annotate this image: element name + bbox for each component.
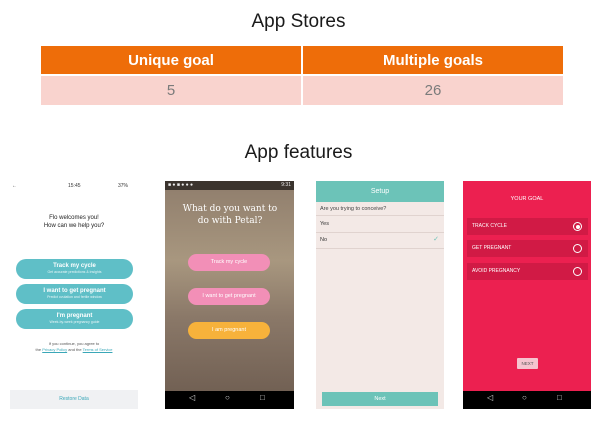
recents-nav-icon[interactable]: □ [557,393,562,402]
app-features-heading: App features [244,142,353,163]
app-stores-heading: App Stores [251,11,346,32]
goal-screenshot: YOUR GOAL TRACK CYCLE GET PREGNANT AVOID… [463,181,591,409]
value-unique-goal: 5 [41,74,303,105]
pregnant-button[interactable]: I am pregnant [188,322,270,339]
goal-title: YOUR GOAL [510,196,544,202]
track-cycle-button[interactable]: Track my cycle Get accurate predictions … [16,259,133,279]
radio-icon [573,267,582,276]
welcome-line-2: How can we help you? [43,223,105,229]
home-nav-icon[interactable]: ○ [522,393,527,402]
back-arrow-icon[interactable]: ← [12,183,17,189]
value-multiple-goals: 26 [302,74,563,105]
radio-icon [573,244,582,253]
conceive-question: Are you trying to conceive? [320,206,387,212]
setup-title: Setup [316,181,444,202]
privacy-policy-link[interactable]: Privacy Policy [42,347,67,352]
petal-screenshot: ■ ● ■ ● ● ● 9:31 What do you want to do … [165,181,294,409]
recents-nav-icon[interactable]: □ [260,393,265,402]
header-multiple-goals: Multiple goals [302,46,563,75]
welcome-line-1: Flo welcomes you! [49,215,99,221]
restore-data-button[interactable]: Restore Data [10,390,138,409]
terms-link[interactable]: Terms of Service [83,347,113,352]
flo-screenshot: ← 15:45 37% Flo welcomes you! How can we… [10,181,138,409]
status-icons: ■ ● ■ ● ● ● [168,182,194,188]
next-button[interactable]: Next [322,392,438,406]
status-time: 9:31 [281,182,291,188]
radio-selected-icon [573,222,582,231]
option-no[interactable]: No [320,237,327,243]
back-nav-icon[interactable]: ◁ [189,393,195,402]
home-nav-icon[interactable]: ○ [225,393,230,402]
petal-question: What do you want to do with Petal? [182,204,278,226]
next-button[interactable]: NEXT [517,358,538,369]
track-cycle-button[interactable]: Track my cycle [188,254,270,271]
header-unique-goal: Unique goal [41,46,303,75]
goal-option-track-cycle[interactable]: TRACK CYCLE [467,218,588,235]
goal-option-avoid-pregnancy[interactable]: AVOID PREGNANCY [467,263,588,280]
im-pregnant-button[interactable]: I'm pregnant Week-by-week pregnancy guid… [16,309,133,329]
setup-screenshot: Setup Are you trying to conceive? Yes No… [316,181,444,409]
back-nav-icon[interactable]: ◁ [487,393,493,402]
battery-level: 37% [118,183,129,189]
get-pregnant-button[interactable]: I want to get pregnant [188,288,270,305]
app-stores-table: Unique goal Multiple goals 5 26 [41,46,563,105]
option-yes[interactable]: Yes [320,221,329,227]
goal-option-get-pregnant[interactable]: GET PREGNANT [467,240,588,257]
get-pregnant-button[interactable]: I want to get pregnant Predict ovulation… [16,284,133,304]
status-time: 15:45 [68,183,81,189]
check-icon: ✓ [433,236,439,243]
